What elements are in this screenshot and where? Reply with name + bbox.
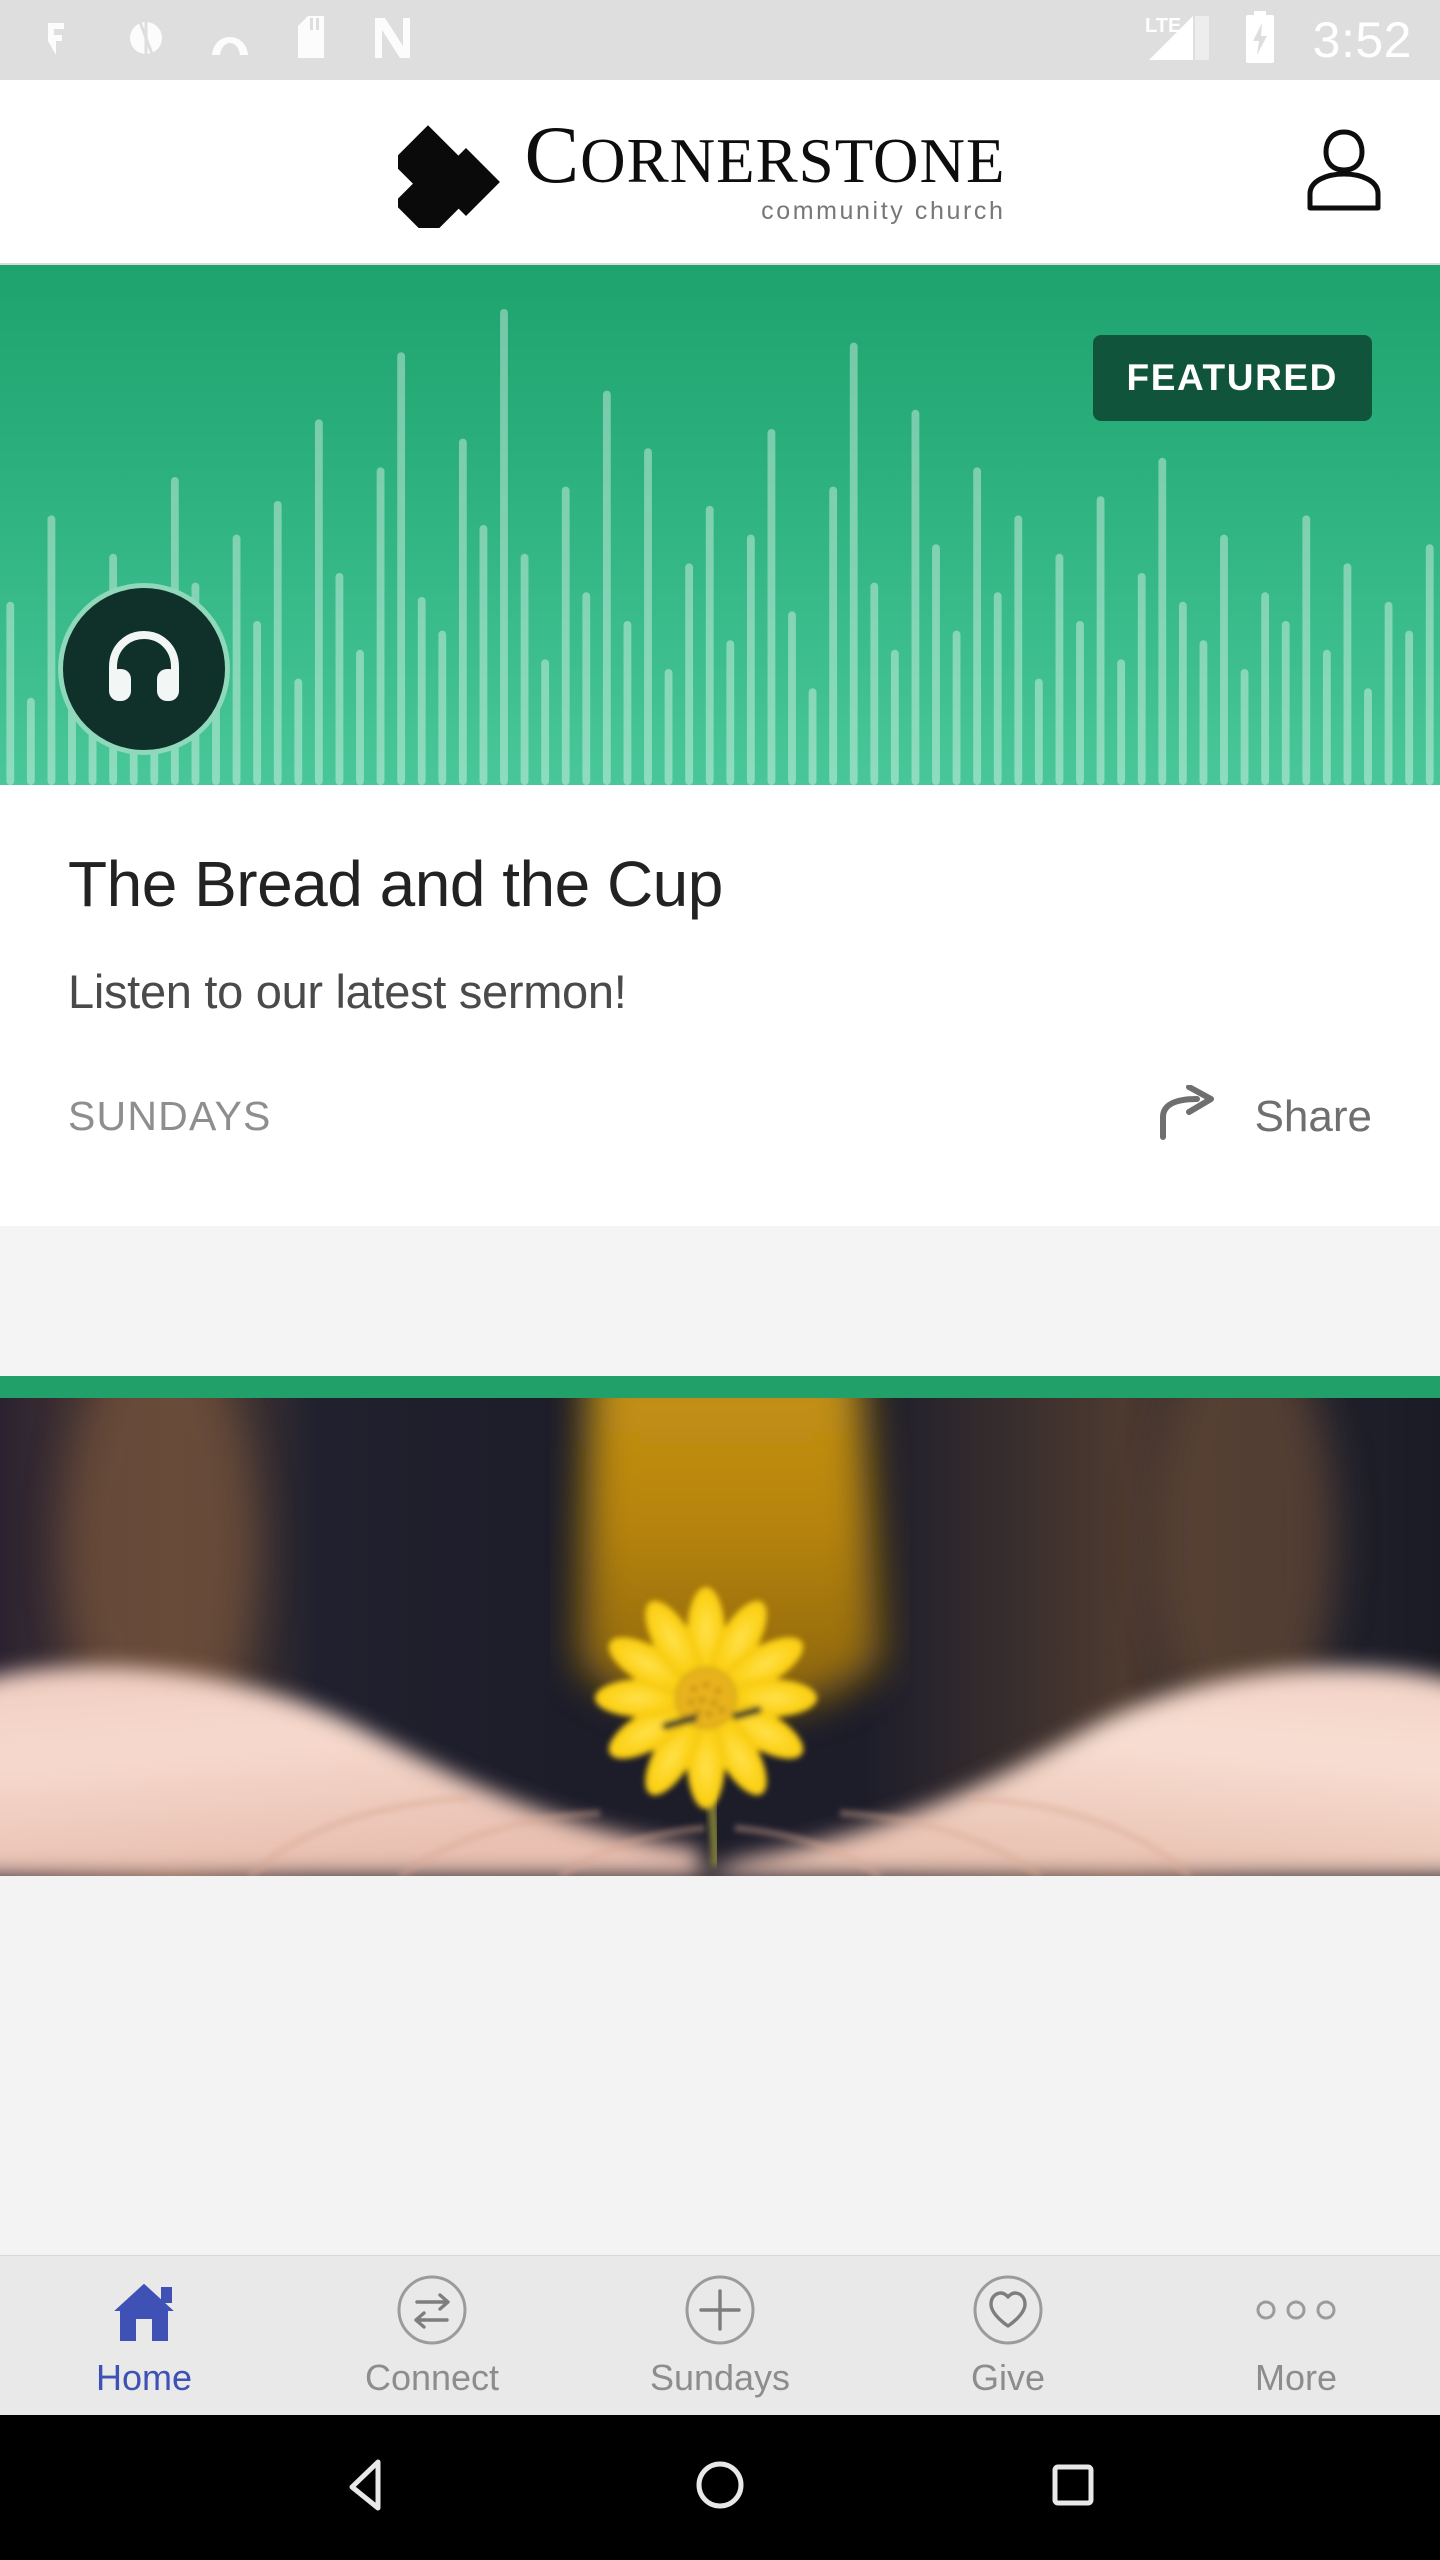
- featured-badge: FEATURED: [1092, 335, 1372, 421]
- vf-icon: [44, 17, 84, 64]
- share-arrow-icon: [1157, 1084, 1229, 1148]
- n-app-icon: [370, 16, 412, 65]
- app-header: CORNERSTONE community church: [0, 80, 1440, 265]
- logo-primary-initial: C: [524, 108, 581, 200]
- play-audio-button[interactable]: [58, 583, 230, 755]
- hands-holding-yellow-flower-image: [0, 1398, 1440, 1877]
- home-icon: [105, 2273, 183, 2347]
- status-bar-system-icons: LTE 3:52: [1143, 10, 1412, 70]
- sd-card-icon: [294, 15, 328, 65]
- sermon-hero-banner: FEATURED: [0, 265, 1440, 785]
- signal-lte-icon: LTE: [1143, 12, 1221, 69]
- photo-graphic: [0, 1398, 1440, 1877]
- share-button[interactable]: Share: [1157, 1084, 1372, 1148]
- tab-home-label: Home: [95, 2356, 193, 2398]
- church-logo[interactable]: CORNERSTONE community church: [391, 110, 1006, 239]
- tab-sundays-label: Sundays: [649, 2356, 791, 2398]
- tab-connect[interactable]: Connect: [288, 2256, 576, 2415]
- heart-circle-icon: [971, 2273, 1045, 2347]
- connect-exchange-icon: [395, 2273, 469, 2347]
- recents-square-icon[interactable]: [1042, 2454, 1104, 2521]
- card-separator-gap: [0, 1226, 1440, 1377]
- account-button[interactable]: [1296, 124, 1392, 220]
- content-scroll-area[interactable]: FEATURED The Bread and the Cup Listen to…: [0, 265, 1440, 2255]
- sermon-text-block: The Bread and the Cup Listen to our late…: [0, 785, 1440, 1019]
- plus-circle-icon: [683, 2273, 757, 2347]
- wifi-calling-icon: [126, 17, 166, 64]
- bottom-tab-bar: Home Connect Sundays Give More: [0, 2255, 1440, 2415]
- logo-secondary-text: community church: [761, 197, 1006, 226]
- three-diamonds-icon: [391, 110, 502, 239]
- sermon-card-footer: SUNDAYS Share: [0, 1019, 1440, 1226]
- back-triangle-icon[interactable]: [336, 2454, 398, 2521]
- tab-more-label: More: [1254, 2356, 1338, 2398]
- status-bar-notification-icons: [44, 15, 412, 65]
- app-root: LTE 3:52 CORNERSTONE community church FE…: [0, 0, 1440, 2560]
- tab-connect-label: Connect: [364, 2356, 500, 2398]
- share-label: Share: [1254, 1091, 1372, 1141]
- battery-charging-icon: [1243, 10, 1277, 70]
- tab-home[interactable]: Home: [0, 2256, 288, 2415]
- photo-card[interactable]: [0, 1376, 1440, 1877]
- account-person-icon: [1302, 124, 1386, 219]
- sermon-title: The Bread and the Cup: [68, 848, 723, 920]
- tab-give-label: Give: [970, 2356, 1046, 2398]
- logo-primary-rest: ORNERSTONE: [580, 125, 1006, 196]
- sermon-subtitle: Listen to our latest sermon!: [68, 965, 627, 1019]
- status-bar: LTE 3:52: [0, 0, 1440, 80]
- logo-primary-text: CORNERSTONE: [524, 113, 1006, 196]
- tab-sundays[interactable]: Sundays: [576, 2256, 864, 2415]
- android-navigation-bar: [0, 2415, 1440, 2560]
- headphones-icon: [101, 627, 187, 712]
- home-circle-icon[interactable]: [689, 2454, 751, 2521]
- curve-icon: [208, 17, 252, 64]
- featured-sermon-card[interactable]: FEATURED The Bread and the Cup Listen to…: [0, 265, 1440, 1227]
- logo-text-block: CORNERSTONE community church: [524, 113, 1006, 226]
- three-dots-icon: [1251, 2273, 1341, 2347]
- card-accent-strip: [0, 1376, 1440, 1399]
- tab-more[interactable]: More: [1152, 2256, 1440, 2415]
- sermon-category-label: SUNDAYS: [68, 1093, 272, 1140]
- tab-give[interactable]: Give: [864, 2256, 1152, 2415]
- status-bar-clock: 3:52: [1312, 12, 1412, 68]
